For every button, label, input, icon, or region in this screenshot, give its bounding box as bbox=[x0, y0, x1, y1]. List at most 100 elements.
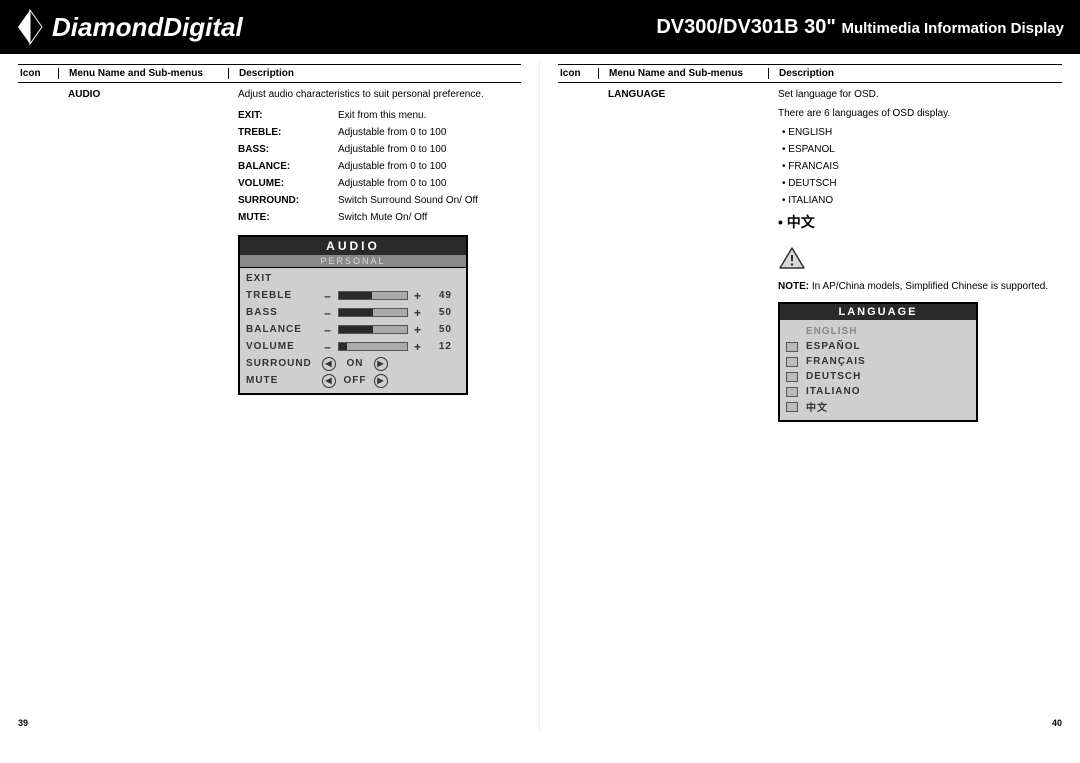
osd-language-title: LANGUAGE bbox=[780, 304, 976, 320]
osd-language-row: ENGLISH bbox=[786, 324, 970, 339]
brand-block: DiamondDigital bbox=[16, 9, 243, 45]
page-number-left: 39 bbox=[18, 718, 28, 728]
osd-slider-value: 50 bbox=[428, 307, 452, 318]
osd-language-row: DEUTSCH bbox=[786, 369, 970, 384]
osd-row-label: VOLUME bbox=[246, 341, 318, 352]
language-cjk-bullet: • 中文 bbox=[778, 212, 1062, 232]
osd-slider-value: 49 bbox=[428, 290, 452, 301]
osd-minus-icon: – bbox=[322, 323, 334, 337]
desc-cell-left: Adjust audio characteristics to suit per… bbox=[228, 89, 521, 395]
audio-sub-row: BASS:Adjustable from 0 to 100 bbox=[238, 144, 521, 155]
model-suffix: Multimedia Information Display bbox=[841, 20, 1064, 37]
osd-audio-row: SURROUND ◀ ON ▶ bbox=[246, 355, 460, 372]
osd-language-label: ITALIANO bbox=[806, 386, 860, 397]
audio-sub-label: EXIT: bbox=[238, 110, 338, 121]
osd-language-body: ENGLISHESPAÑOL FRANÇAIS DEUTSCH ITALIANO 中文 bbox=[780, 320, 976, 420]
osd-audio-title: AUDIO bbox=[240, 237, 466, 255]
audio-sub-row: SURROUND:Switch Surround Sound On/ Off bbox=[238, 195, 521, 206]
osd-audio-row: VOLUME– +12 bbox=[246, 338, 460, 355]
osd-plus-icon: + bbox=[412, 289, 424, 303]
content-area: Icon Menu Name and Sub-menus Description… bbox=[0, 54, 1080, 734]
table-body-right: LANGUAGE Set language for OSD. There are… bbox=[558, 83, 1062, 422]
osd-audio-row: EXIT bbox=[246, 270, 460, 287]
audio-sub-row: TREBLE:Adjustable from 0 to 100 bbox=[238, 127, 521, 138]
osd-row-label: EXIT bbox=[246, 273, 318, 284]
audio-sub-label: VOLUME: bbox=[238, 178, 338, 189]
osd-minus-icon: – bbox=[322, 306, 334, 320]
page-left: Icon Menu Name and Sub-menus Description… bbox=[0, 60, 540, 734]
osd-slider-bar bbox=[338, 308, 408, 317]
language-bullet-item: DEUTSCH bbox=[778, 178, 1062, 189]
table-header-right: Icon Menu Name and Sub-menus Description bbox=[558, 64, 1062, 83]
model-prefix: DV300/DV301B 30" bbox=[656, 16, 836, 38]
osd-slider-fill bbox=[339, 343, 347, 350]
col-menu-header: Menu Name and Sub-menus bbox=[58, 68, 228, 79]
audio-sub-row: MUTE:Switch Mute On/ Off bbox=[238, 212, 521, 223]
audio-sub-label: BASS: bbox=[238, 144, 338, 155]
audio-sub-desc: Adjustable from 0 to 100 bbox=[338, 127, 521, 138]
col-menu-header: Menu Name and Sub-menus bbox=[598, 68, 768, 79]
osd-slider-fill bbox=[339, 292, 372, 299]
osd-minus-icon: – bbox=[322, 340, 334, 354]
osd-language-label: 中文 bbox=[806, 399, 828, 414]
osd-plus-icon: + bbox=[412, 306, 424, 320]
language-bullet-item: ENGLISH bbox=[778, 127, 1062, 138]
audio-sub-label: BALANCE: bbox=[238, 161, 338, 172]
osd-toggle-state: ON bbox=[340, 358, 370, 369]
audio-sub-desc: Exit from this menu. bbox=[338, 110, 521, 121]
osd-slider-fill bbox=[339, 326, 373, 333]
flag-icon bbox=[786, 357, 798, 367]
osd-row-label: BALANCE bbox=[246, 324, 318, 335]
note-row: NOTE: In AP/China models, Simplified Chi… bbox=[778, 281, 1062, 292]
osd-row-label: TREBLE bbox=[246, 290, 318, 301]
osd-language-row: ITALIANO bbox=[786, 384, 970, 399]
audio-sub-row: VOLUME:Adjustable from 0 to 100 bbox=[238, 178, 521, 189]
audio-sub-desc: Adjustable from 0 to 100 bbox=[338, 161, 521, 172]
osd-row-label: SURROUND bbox=[246, 358, 318, 369]
brand-text: DiamondDigital bbox=[52, 12, 243, 43]
table-header-left: Icon Menu Name and Sub-menus Description bbox=[18, 64, 521, 83]
audio-sub-row: BALANCE:Adjustable from 0 to 100 bbox=[238, 161, 521, 172]
menu-cell-right: LANGUAGE bbox=[598, 89, 768, 422]
page-header: DiamondDigital DV300/DV301B 30" Multimed… bbox=[0, 0, 1080, 54]
osd-audio-row: TREBLE– +49 bbox=[246, 287, 460, 304]
col-desc-header: Description bbox=[228, 68, 521, 79]
osd-arrow-right-icon: ▶ bbox=[374, 357, 388, 371]
osd-language-row: ESPAÑOL bbox=[786, 339, 970, 354]
audio-sub-desc: Switch Surround Sound On/ Off bbox=[338, 195, 521, 206]
osd-audio-row: MUTE◀OFF▶ bbox=[246, 372, 460, 389]
osd-arrow-left-icon: ◀ bbox=[322, 357, 336, 371]
osd-arrow-right-icon: ▶ bbox=[374, 374, 388, 388]
language-bullet-item: FRANCAIS bbox=[778, 161, 1062, 172]
osd-slider-value: 12 bbox=[428, 341, 452, 352]
language-desc-2: There are 6 languages of OSD display. bbox=[778, 108, 1062, 119]
osd-plus-icon: + bbox=[412, 323, 424, 337]
language-bullet-item: ESPANOL bbox=[778, 144, 1062, 155]
flag-icon bbox=[786, 327, 798, 337]
language-desc-1: Set language for OSD. bbox=[778, 89, 1062, 100]
flag-icon bbox=[786, 402, 798, 412]
audio-sub-label: MUTE: bbox=[238, 212, 338, 223]
osd-minus-icon: – bbox=[322, 289, 334, 303]
table-body-left: AUDIO Adjust audio characteristics to su… bbox=[18, 83, 521, 395]
osd-toggle-state: OFF bbox=[340, 375, 370, 386]
col-icon-header: Icon bbox=[558, 68, 598, 79]
audio-sub-label: SURROUND: bbox=[238, 195, 338, 206]
audio-sub-label: TREBLE: bbox=[238, 127, 338, 138]
osd-language-row: 中文 bbox=[786, 399, 970, 414]
language-bullet-item: ITALIANO bbox=[778, 195, 1062, 206]
icon-cell-right bbox=[558, 89, 598, 422]
model-text: DV300/DV301B 30" Multimedia Information … bbox=[656, 16, 1064, 39]
osd-audio-row: BALANCE–+50 bbox=[246, 321, 460, 338]
osd-row-label: BASS bbox=[246, 307, 318, 318]
audio-sub-desc: Adjustable from 0 to 100 bbox=[338, 144, 521, 155]
osd-language-row: FRANÇAIS bbox=[786, 354, 970, 369]
osd-audio-body: EXITTREBLE–+49BASS–+50BALANCE–+50VOLUME–… bbox=[240, 268, 466, 393]
icon-cell-left bbox=[18, 89, 58, 395]
page-number-right: 40 bbox=[1052, 718, 1062, 728]
osd-language-label: FRANÇAIS bbox=[806, 356, 866, 367]
col-icon-header: Icon bbox=[18, 68, 58, 79]
note-label: NOTE: bbox=[778, 281, 809, 292]
osd-plus-icon: + bbox=[412, 340, 424, 354]
osd-audio-screenshot: AUDIO PERSONAL EXITTREBLE–+49BASS–+50BAL… bbox=[238, 235, 468, 395]
